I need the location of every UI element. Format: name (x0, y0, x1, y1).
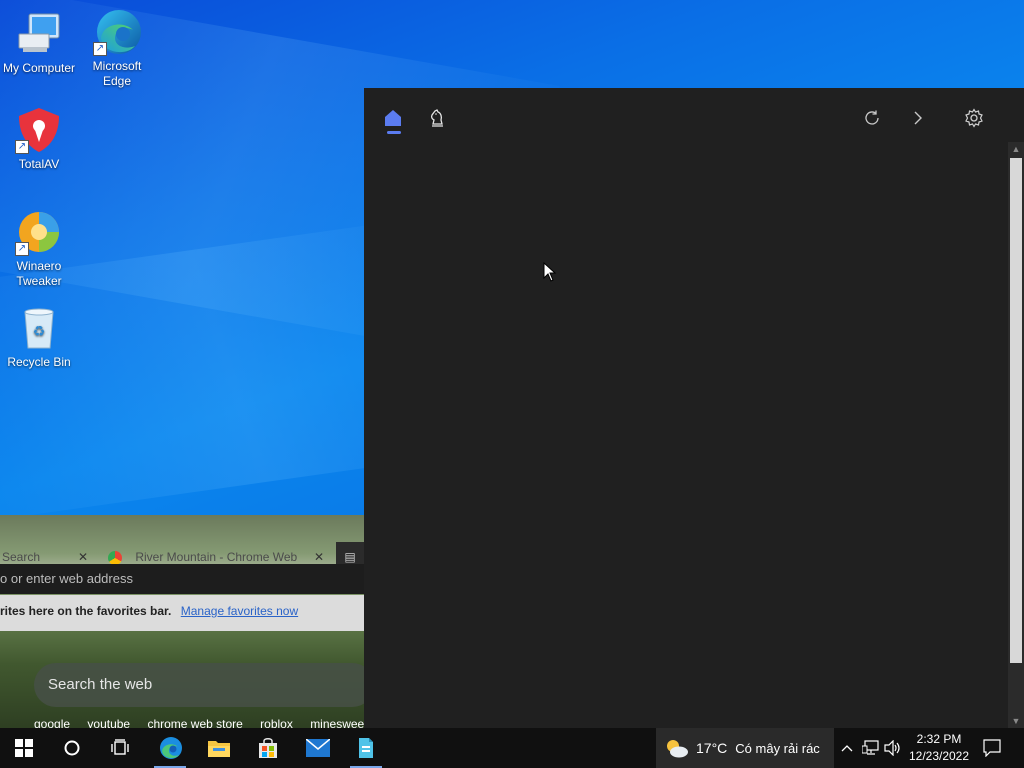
quick-link[interactable]: chrome web store (147, 717, 242, 728)
favorites-bar-text: rites here on the favorites bar. (0, 604, 172, 618)
chess-button[interactable] (423, 104, 451, 132)
scrollbar-thumb[interactable] (1010, 158, 1022, 663)
chevron-right-icon (914, 111, 922, 125)
start-button[interactable] (4, 728, 44, 768)
taskbar-active-app[interactable] (346, 728, 386, 768)
quick-link[interactable]: minesweepe (310, 717, 364, 728)
chrome-icon (108, 550, 122, 565)
desktop-icon-label: Microsoft Edge (92, 59, 142, 88)
taskbar-store[interactable] (248, 728, 288, 768)
desktop-icon-winaero-tweaker[interactable]: ↗ Winaero Tweaker (0, 208, 78, 289)
chevron-up-icon (841, 745, 853, 752)
refresh-icon (865, 110, 879, 125)
task-view-button[interactable] (100, 728, 140, 768)
cortana-circle-icon (64, 740, 80, 756)
manage-favorites-link[interactable]: Manage favorites now (181, 604, 298, 618)
desktop-icon-my-computer[interactable]: My Computer (0, 10, 78, 76)
vertical-scrollbar[interactable]: ▲ ▼ (1008, 142, 1024, 728)
weather-desc: Có mây rải rác (735, 740, 820, 756)
store-icon (259, 738, 277, 758)
desktop-icon-microsoft-edge[interactable]: ↗ Microsoft Edge (78, 8, 156, 89)
desktop-icon-totalav[interactable]: ↗ TotalAV (0, 106, 78, 172)
recycle-bin-icon: ♻ (15, 304, 63, 352)
background-browser-window[interactable]: Search ✕ River Mountain - Chrome Web ✕ ▤… (0, 515, 364, 728)
computer-icon (15, 10, 63, 58)
desktop-icon-label: TotalAV (18, 157, 60, 171)
quick-link[interactable]: google (34, 717, 70, 728)
quick-link[interactable]: roblox (260, 717, 293, 728)
app-icon (359, 738, 373, 758)
home-icon (385, 110, 401, 126)
edge-icon: ↗ (93, 8, 141, 56)
scroll-up-icon[interactable]: ▲ (1008, 142, 1024, 156)
taskbar-file-explorer[interactable] (199, 728, 239, 768)
shortcut-arrow-icon: ↗ (15, 242, 29, 256)
clock-time: 2:32 PM (916, 732, 962, 746)
scroll-down-icon[interactable]: ▼ (1008, 714, 1024, 728)
settings-button[interactable] (960, 104, 988, 132)
clock-date: 12/23/2022 (908, 749, 970, 763)
home-button[interactable] (379, 104, 407, 134)
edge-icon (160, 737, 182, 759)
desktop-icon-recycle-bin[interactable]: ♻ Recycle Bin (0, 304, 78, 370)
quick-links: google youtube chrome web store roblox m… (34, 717, 364, 728)
action-center-button[interactable] (974, 728, 1010, 768)
mail-icon (306, 739, 330, 757)
forward-button[interactable] (904, 104, 932, 132)
active-tab-indicator (387, 131, 401, 134)
partly-cloudy-icon (667, 740, 688, 758)
chess-knight-icon (430, 109, 443, 127)
taskbar: 17°C Có mây rải rác 2:32 PM 12/23/2022 (0, 728, 1024, 768)
shortcut-arrow-icon: ↗ (15, 140, 29, 154)
shortcut-arrow-icon: ↗ (93, 42, 107, 56)
winaero-tweaker-icon: ↗ (15, 208, 63, 256)
refresh-button[interactable] (858, 104, 886, 132)
notification-icon (983, 739, 1001, 757)
desktop-icon-label: Winaero Tweaker (16, 259, 62, 288)
folder-icon (208, 741, 230, 757)
weather-temp: 17°C (696, 740, 728, 756)
taskbar-mail[interactable] (298, 728, 338, 768)
app-panel: ▲ ▼ (364, 88, 1024, 728)
quick-link[interactable]: youtube (87, 717, 130, 728)
mouse-cursor-icon (543, 262, 557, 282)
clock[interactable]: 2:32 PM 12/23/2022 (900, 731, 978, 765)
network-button[interactable] (860, 728, 882, 768)
shield-icon: ↗ (15, 106, 63, 154)
web-search-input[interactable]: Search the web (34, 663, 364, 707)
taskbar-edge[interactable] (150, 728, 190, 768)
desktop-icon-label: Recycle Bin (7, 355, 71, 369)
gear-icon (965, 108, 983, 128)
address-bar[interactable]: o or enter web address (0, 564, 364, 594)
network-icon (862, 740, 879, 755)
search-button[interactable] (52, 728, 92, 768)
desktop-icon-label: My Computer (2, 61, 76, 75)
weather-widget[interactable]: 17°C Có mây rải rác (656, 728, 834, 768)
address-input[interactable]: o or enter web address (0, 571, 133, 586)
tab-label: Search (2, 550, 41, 564)
show-hidden-icons-button[interactable] (836, 728, 858, 768)
svg-text:♻: ♻ (33, 324, 46, 340)
search-placeholder: Search the web (48, 676, 153, 693)
task-view-icon (111, 739, 129, 755)
favorites-bar: rites here on the favorites bar. Manage … (0, 595, 364, 631)
windows-logo-icon (15, 739, 33, 757)
tab-label: River Mountain - Chrome Web (135, 550, 298, 564)
